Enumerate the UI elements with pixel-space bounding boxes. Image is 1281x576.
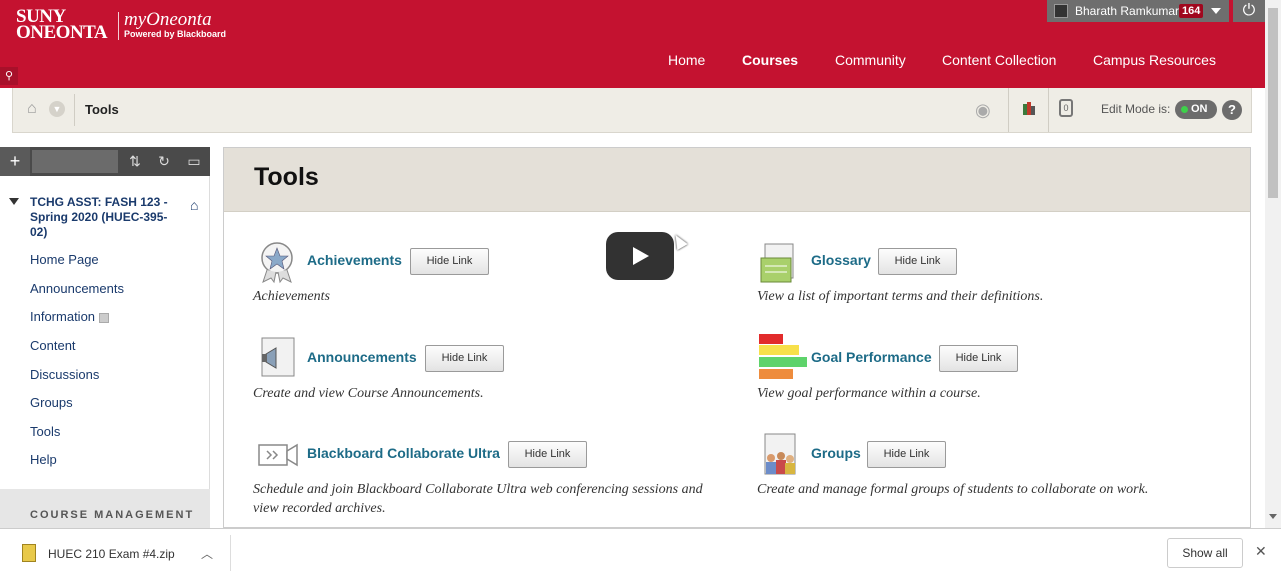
- sidebar-item-groups[interactable]: Groups: [30, 395, 73, 410]
- tool-description: Create and manage formal groups of stude…: [757, 482, 1149, 497]
- reorder-icon[interactable]: ⇅: [121, 147, 149, 176]
- breadcrumb: ⌂ ▼ Tools ◉ 0 Edit Mode is: ON ?: [12, 88, 1252, 133]
- help-button[interactable]: ?: [1222, 100, 1242, 120]
- nav-content-collection[interactable]: Content Collection: [942, 52, 1056, 68]
- tool-description: Schedule and join Blackboard Collaborate…: [253, 482, 703, 516]
- divider: [1008, 88, 1009, 132]
- hide-link-button[interactable]: Hide Link: [939, 345, 1018, 372]
- collapse-caret-icon[interactable]: [9, 198, 19, 205]
- scroll-down-arrow-icon[interactable]: [1269, 514, 1277, 519]
- course-menu: TCHG ASST: FASH 123 - Spring 2020 (HUEC-…: [0, 176, 210, 528]
- link-pin-icon[interactable]: ⚲: [0, 67, 18, 85]
- divider: [74, 94, 75, 126]
- powered-by: Powered by Blackboard: [124, 29, 227, 39]
- hide-link-button[interactable]: Hide Link: [508, 441, 587, 468]
- play-icon: [633, 247, 649, 265]
- page-scrollbar[interactable]: [1265, 0, 1281, 528]
- nav-campus-resources[interactable]: Campus Resources: [1093, 52, 1216, 68]
- sidebar-item-discussions[interactable]: Discussions: [30, 367, 99, 382]
- hide-link-button[interactable]: Hide Link: [425, 345, 504, 372]
- download-file-name[interactable]: HUEC 210 Exam #4.zip: [48, 547, 175, 561]
- home-icon[interactable]: ⌂: [27, 100, 37, 118]
- avatar: [1054, 4, 1068, 18]
- sidebar-item-help[interactable]: Help: [30, 452, 57, 467]
- tool-link-glossary[interactable]: Glossary: [811, 252, 871, 268]
- course-tools-icon[interactable]: [1021, 101, 1037, 117]
- sidebar-search-area[interactable]: [32, 150, 118, 173]
- tool-link-announcements[interactable]: Announcements: [307, 349, 417, 365]
- zip-file-icon: [22, 544, 36, 562]
- tool-description: Achievements: [253, 289, 330, 304]
- hide-link-button[interactable]: Hide Link: [410, 248, 489, 275]
- course-home-icon[interactable]: ⌂: [190, 197, 198, 213]
- tool-link-groups[interactable]: Groups: [811, 445, 861, 461]
- notification-badge[interactable]: 164: [1179, 4, 1204, 18]
- hide-link-button[interactable]: Hide Link: [867, 441, 946, 468]
- brand-name: myOneonta: [124, 9, 212, 30]
- refresh-icon[interactable]: ↻: [150, 147, 178, 176]
- tool-description: View a list of important terms and their…: [757, 289, 1044, 304]
- logout-power-icon[interactable]: ⏻: [1233, 0, 1265, 22]
- chevron-down-icon[interactable]: ▼: [49, 101, 65, 117]
- tool-link-collaborate-ultra[interactable]: Blackboard Collaborate Ultra: [307, 445, 500, 461]
- page-title: Tools: [85, 102, 119, 117]
- content-header: Tools: [224, 148, 1250, 212]
- student-preview-eye-icon[interactable]: ◉: [975, 100, 991, 121]
- scrollbar-thumb[interactable]: [1268, 8, 1278, 198]
- toggle-on-indicator: [1181, 106, 1188, 113]
- folder-view-icon[interactable]: ▭: [180, 147, 208, 176]
- video-camera-icon: [258, 443, 298, 467]
- chevron-up-icon[interactable]: ︿: [201, 545, 213, 562]
- glossary-book-icon: [760, 243, 794, 283]
- close-icon[interactable]: ✕: [1255, 543, 1267, 560]
- edit-mode-label: Edit Mode is:: [1101, 102, 1171, 116]
- bar-chart-icon: [759, 334, 807, 379]
- megaphone-icon: [261, 337, 295, 377]
- logo-divider: [118, 12, 119, 40]
- divider: [1048, 88, 1049, 132]
- achievement-badge-icon: [261, 242, 293, 284]
- nav-home[interactable]: Home: [668, 52, 705, 68]
- course-management-section[interactable]: COURSE MANAGEMENT: [0, 489, 210, 528]
- chevron-down-icon[interactable]: [1211, 8, 1221, 14]
- suny-oneonta-logo[interactable]: SUNY ONEONTA: [16, 7, 108, 42]
- main-content: Tools Achievements Hide Link Achievement…: [223, 147, 1251, 528]
- add-menu-item-button[interactable]: +: [0, 147, 30, 176]
- lock-icon[interactable]: 0: [1059, 99, 1073, 117]
- user-name: Bharath Ramkumar: [1075, 4, 1180, 18]
- hidden-item-icon: [99, 312, 110, 323]
- sidebar-item-information[interactable]: Information: [30, 309, 110, 324]
- sidebar-item-content[interactable]: Content: [30, 338, 76, 353]
- course-title[interactable]: TCHG ASST: FASH 123 - Spring 2020 (HUEC-…: [30, 195, 182, 240]
- sidebar-item-tools[interactable]: Tools: [30, 424, 60, 439]
- course-management-label: COURSE MANAGEMENT: [30, 509, 195, 521]
- tool-description: Create and view Course Announcements.: [253, 386, 484, 401]
- top-header: SUNY ONEONTA myOneonta Powered by Blackb…: [0, 0, 1265, 88]
- edit-mode-toggle[interactable]: ON: [1175, 100, 1217, 119]
- sidebar-toolbar: + ⇅ ↻ ▭: [0, 147, 210, 176]
- nav-courses[interactable]: Courses: [742, 52, 798, 68]
- user-menu[interactable]: Bharath Ramkumar 164: [1047, 0, 1229, 22]
- hide-link-button[interactable]: Hide Link: [878, 248, 957, 275]
- tool-description: View goal performance within a course.: [757, 386, 981, 401]
- tool-link-achievements[interactable]: Achievements: [307, 252, 402, 268]
- people-group-icon: [764, 433, 796, 475]
- divider: [230, 535, 231, 571]
- nav-community[interactable]: Community: [835, 52, 906, 68]
- download-bar: HUEC 210 Exam #4.zip ︿ Show all ✕: [0, 528, 1281, 576]
- sidebar-item-home-page[interactable]: Home Page: [30, 252, 99, 267]
- tool-link-goal-performance[interactable]: Goal Performance: [811, 349, 932, 365]
- sidebar-item-announcements[interactable]: Announcements: [30, 281, 124, 296]
- content-title: Tools: [254, 163, 319, 191]
- show-all-button[interactable]: Show all: [1167, 538, 1243, 568]
- video-play-button[interactable]: [606, 232, 674, 280]
